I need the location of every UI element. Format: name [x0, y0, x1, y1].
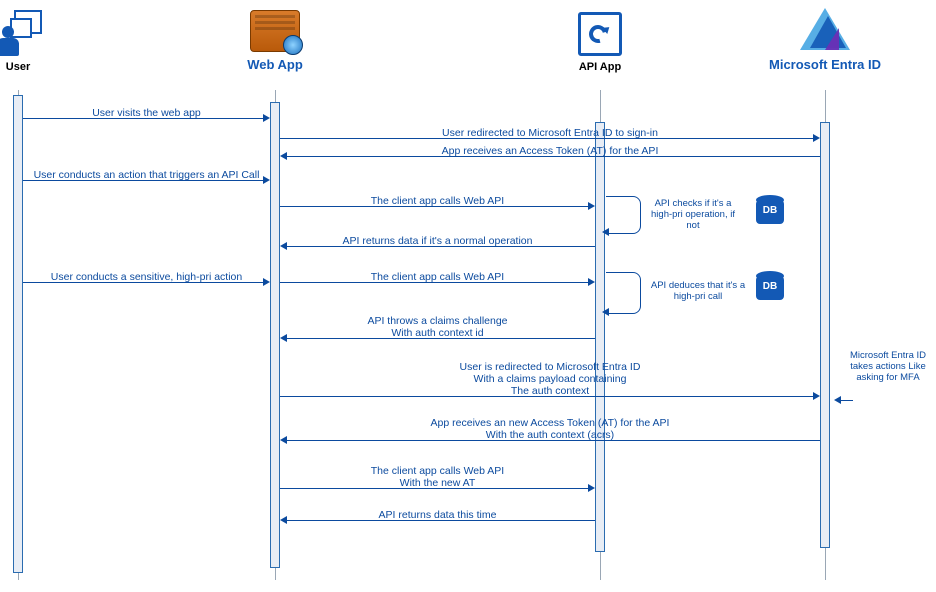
arrow-line-m10: [280, 396, 813, 397]
arrow-head-m13: [280, 516, 287, 524]
activation-entra: [820, 122, 830, 548]
note-n2: API deduces that it's a high-pri call: [648, 280, 748, 302]
api-icon: [578, 12, 622, 56]
arrow-line-m11: [287, 440, 820, 441]
arrow-head-m9: [280, 334, 287, 342]
arrow-head-m8: [588, 278, 595, 286]
api-self-call-2: [606, 272, 641, 314]
server-icon: [250, 10, 300, 52]
msg-m9: API throws a claims challengeWith auth c…: [280, 316, 595, 340]
arrow-line-m13: [287, 520, 595, 521]
activation-api: [595, 122, 605, 552]
actor-user: User: [0, 8, 78, 73]
actor-web-label: Web App: [215, 57, 335, 72]
arrow-head-m5: [588, 202, 595, 210]
note-n3: Microsoft Entra ID takes actions Like as…: [846, 350, 930, 383]
arrow-head-m6: [280, 242, 287, 250]
actor-entra-label: Microsoft Entra ID: [765, 57, 885, 72]
msg-m12: The client app calls Web APIWith the new…: [280, 466, 595, 490]
arrow-line-m6: [287, 246, 595, 247]
arrow-line-m8: [280, 282, 588, 283]
activation-web: [270, 102, 280, 568]
api-self-call-1-head: [602, 228, 609, 236]
api-self-call-2-head: [602, 308, 609, 316]
arrow-head-m12: [588, 484, 595, 492]
activation-user: [13, 95, 23, 573]
entra-icon: [800, 8, 850, 52]
entra-action-arrow: [834, 396, 841, 404]
user-icon: [0, 8, 42, 56]
msg-m10: User is redirected to Microsoft Entra ID…: [280, 362, 820, 398]
arrow-line-m12: [280, 488, 588, 489]
arrow-line-m1: [23, 118, 263, 119]
msg-m11: App receives an new Access Token (AT) fo…: [280, 418, 820, 442]
arrow-line-m5: [280, 206, 588, 207]
database-icon-db1: [756, 200, 784, 224]
actor-entra: Microsoft Entra ID: [765, 8, 885, 72]
arrow-head-m7: [263, 278, 270, 286]
arrow-head-m10: [813, 392, 820, 400]
arrow-line-m9: [287, 338, 595, 339]
arrow-line-m2: [280, 138, 813, 139]
actor-web-app: Web App: [215, 10, 335, 72]
sequence-diagram: User Web App API App Microsoft Entra ID …: [0, 0, 936, 592]
arrow-line-m4: [23, 180, 263, 181]
api-self-call-1: [606, 196, 641, 234]
entra-action-line: [841, 400, 853, 401]
arrow-line-m3: [287, 156, 820, 157]
arrow-line-m7: [23, 282, 263, 283]
note-n1: API checks if it's a high-pri operation,…: [648, 198, 738, 231]
arrow-head-m4: [263, 176, 270, 184]
actor-api-label: API App: [540, 61, 660, 73]
arrow-head-m2: [813, 134, 820, 142]
arrow-head-m1: [263, 114, 270, 122]
database-icon-db2: [756, 276, 784, 300]
arrow-head-m3: [280, 152, 287, 160]
actor-user-label: User: [0, 61, 78, 73]
actor-api-app: API App: [540, 12, 660, 73]
arrow-head-m11: [280, 436, 287, 444]
